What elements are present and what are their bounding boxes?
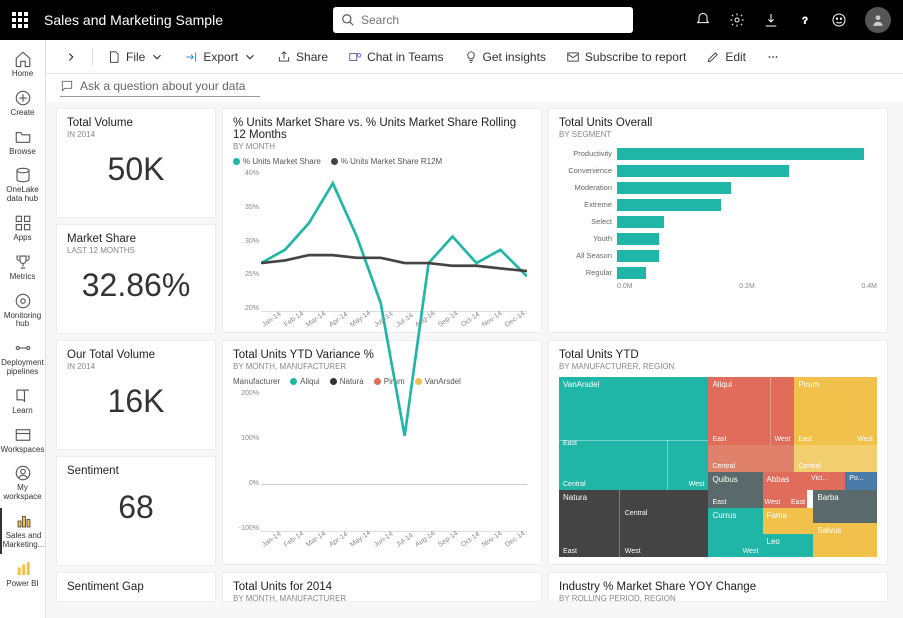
apps-icon [14, 214, 32, 232]
insights-button[interactable]: Get insights [456, 46, 554, 68]
global-search[interactable] [333, 7, 633, 33]
feedback-icon[interactable] [831, 12, 847, 28]
kpi-value: 50K [67, 151, 205, 188]
trophy-icon [14, 253, 32, 271]
grouped-bar-chart: 200%100%0%-100% Jan-14Feb-14Mar-14Apr-14… [233, 390, 531, 550]
share-button[interactable]: Share [269, 46, 336, 68]
header-actions: ? [695, 7, 891, 33]
export-menu[interactable]: Export [176, 46, 265, 68]
global-header: Sales and Marketing Sample ? [0, 0, 903, 40]
plus-circle-icon [14, 89, 32, 107]
bar-chart-icon [15, 512, 33, 530]
app-title: Sales and Marketing Sample [44, 12, 223, 28]
subscribe-button[interactable]: Subscribe to report [558, 46, 694, 68]
nav-current-report[interactable]: Sales and Marketing... [0, 508, 46, 554]
workspaces-icon [14, 426, 32, 444]
folder-icon [14, 128, 32, 146]
card-sentiment[interactable]: Sentiment 68 [56, 456, 216, 566]
download-icon[interactable] [763, 12, 779, 28]
monitor-icon [14, 292, 32, 310]
card-yoy-change[interactable]: Industry % Market Share YOY Change BY RO… [548, 572, 888, 602]
search-icon [341, 13, 355, 27]
line-chart: 40%35%30%25%20% Jan-14Feb-14Mar-14Apr-14… [233, 170, 531, 330]
card-ytd-treemap[interactable]: Total Units YTD BY MANUFACTURER, REGION … [548, 340, 888, 565]
report-canvas: Total Volume IN 2014 50K % Units Market … [46, 102, 903, 618]
chart-legend: % Units Market Share % Units Market Shar… [233, 157, 531, 166]
more-icon [766, 50, 780, 64]
database-icon [14, 166, 32, 184]
nav-browse[interactable]: Browse [0, 124, 46, 161]
card-total-volume[interactable]: Total Volume IN 2014 50K [56, 108, 216, 218]
search-input[interactable] [361, 13, 625, 27]
card-sentiment-gap[interactable]: Sentiment Gap [56, 572, 216, 602]
chevron-down-icon [243, 50, 257, 64]
nav-home[interactable]: Home [0, 46, 46, 83]
card-our-volume[interactable]: Our Total Volume IN 2014 16K [56, 340, 216, 450]
main-region: File Export Share Chat in Teams Get insi… [46, 40, 903, 618]
kpi-value: 32.86% [67, 267, 205, 304]
teams-icon [348, 50, 362, 64]
notifications-icon[interactable] [695, 12, 711, 28]
card-market-share-trend[interactable]: % Units Market Share vs. % Units Market … [222, 108, 542, 333]
help-icon[interactable]: ? [797, 12, 813, 28]
home-icon [14, 50, 32, 68]
chevron-right-icon [64, 50, 78, 64]
treemap-chart: VanArsdel East Central West Natura East … [559, 377, 877, 557]
app-launcher-icon[interactable] [12, 12, 28, 28]
pipeline-icon [14, 339, 32, 357]
kpi-value: 68 [67, 489, 205, 526]
teams-button[interactable]: Chat in Teams [340, 46, 451, 68]
more-button[interactable] [758, 46, 788, 68]
nav-my-workspace[interactable]: My workspace [0, 460, 46, 506]
card-market-share[interactable]: Market Share LAST 12 MONTHS 32.86% [56, 224, 216, 334]
chevron-down-icon [150, 50, 164, 64]
pencil-icon [706, 50, 720, 64]
nav-learn[interactable]: Learn [0, 383, 46, 420]
qna-input[interactable]: Ask a question about your data [60, 79, 260, 97]
qna-bar: Ask a question about your data [46, 74, 903, 102]
book-icon [14, 387, 32, 405]
nav-powerbi[interactable]: Power BI [0, 556, 46, 593]
svg-text:?: ? [802, 15, 807, 25]
mail-icon [566, 50, 580, 64]
person-icon [871, 13, 885, 27]
powerbi-icon [14, 560, 32, 578]
nav-metrics[interactable]: Metrics [0, 249, 46, 286]
nav-workspaces[interactable]: Workspaces [0, 422, 46, 459]
nav-apps[interactable]: Apps [0, 210, 46, 247]
file-menu[interactable]: File [99, 46, 172, 68]
nav-monitoring[interactable]: Monitoring hub [0, 288, 46, 334]
card-total-units-2014[interactable]: Total Units for 2014 BY MONTH, MANUFACTU… [222, 572, 542, 602]
nav-onelake[interactable]: OneLake data hub [0, 162, 46, 208]
nav-deployment[interactable]: Deployment pipelines [0, 335, 46, 381]
card-total-units-segment[interactable]: Total Units Overall BY SEGMENT Productiv… [548, 108, 888, 333]
share-icon [277, 50, 291, 64]
chat-icon [60, 79, 74, 93]
settings-icon[interactable] [729, 12, 745, 28]
lightbulb-icon [464, 50, 478, 64]
person-circle-icon [14, 464, 32, 482]
left-nav: Home Create Browse OneLake data hub Apps… [0, 40, 46, 618]
horizontal-bar-chart: Productivity Convenience Moderation Extr… [559, 145, 877, 300]
export-icon [184, 50, 198, 64]
file-icon [107, 50, 121, 64]
expand-pane-button[interactable] [56, 46, 86, 68]
edit-button[interactable]: Edit [698, 46, 754, 68]
report-toolbar: File Export Share Chat in Teams Get insi… [46, 40, 903, 74]
kpi-value: 16K [67, 383, 205, 420]
account-avatar[interactable] [865, 7, 891, 33]
nav-create[interactable]: Create [0, 85, 46, 122]
